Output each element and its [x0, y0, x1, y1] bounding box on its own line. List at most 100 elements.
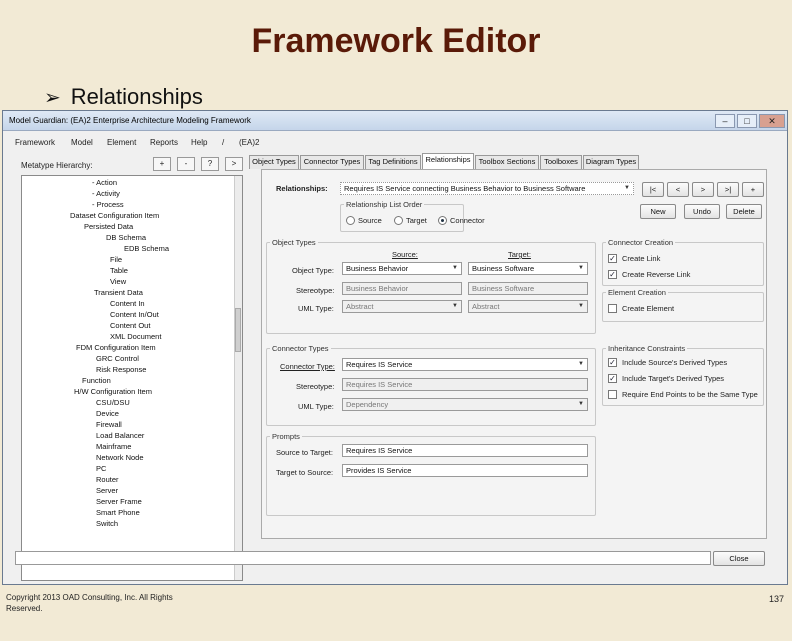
tree-node[interactable]: Transient Data — [94, 288, 143, 297]
menu-model[interactable]: Model — [71, 138, 93, 147]
last-button[interactable]: >| — [717, 182, 739, 197]
tree-node[interactable]: Firewall — [96, 420, 122, 429]
order-source-radio[interactable] — [346, 216, 355, 225]
tree-node[interactable]: View — [110, 277, 126, 286]
maximize-button[interactable]: □ — [737, 114, 757, 128]
tab-diagram-types[interactable]: Diagram Types — [583, 155, 639, 169]
bullet-text: Relationships — [70, 84, 203, 109]
target-to-source-field[interactable]: Provides IS Service — [342, 464, 588, 477]
connector-uml-type-select: Dependency ▼ — [342, 398, 588, 411]
minimize-button[interactable]: – — [715, 114, 735, 128]
tree-node[interactable]: Router — [96, 475, 119, 484]
require-end-points-label: Require End Points to be the Same Type — [622, 390, 758, 399]
tree-node[interactable]: Persisted Data — [84, 222, 133, 231]
connector-type-select[interactable]: Requires IS Service ▼ — [342, 358, 588, 371]
connector-stereotype-label: Stereotype: — [296, 382, 335, 391]
tree-node[interactable]: Network Node — [96, 453, 144, 462]
tree-node[interactable]: EDB Schema — [124, 244, 169, 253]
tree-node[interactable]: Content Out — [110, 321, 150, 330]
tree-node[interactable]: GRC Control — [96, 354, 139, 363]
tab-tag-definitions[interactable]: Tag Definitions — [365, 155, 421, 169]
source-to-target-field[interactable]: Requires IS Service — [342, 444, 588, 457]
include-target-checkbox[interactable]: ✓ — [608, 374, 617, 383]
tree-node[interactable]: Mainframe — [96, 442, 131, 451]
menu-help[interactable]: Help — [191, 138, 207, 147]
target-object-type-select[interactable]: Business Software ▼ — [468, 262, 588, 275]
relationships-select[interactable]: Requires IS Service connecting Business … — [340, 182, 634, 195]
tree-remove-button[interactable]: - — [177, 157, 195, 171]
tree-node[interactable]: Smart Phone — [96, 508, 140, 517]
tree-node[interactable]: File — [110, 255, 122, 264]
undo-button[interactable]: Undo — [684, 204, 720, 219]
create-link-checkbox[interactable]: ✓ — [608, 254, 617, 263]
list-order-title: Relationship List Order — [344, 200, 425, 209]
tab-object-types[interactable]: Object Types — [249, 155, 299, 169]
tree-node[interactable]: Server Frame — [96, 497, 142, 506]
delete-button[interactable]: Delete — [726, 204, 762, 219]
tree-node[interactable]: - Process — [92, 200, 124, 209]
tree-node[interactable]: PC — [96, 464, 106, 473]
include-source-label: Include Source's Derived Types — [622, 358, 728, 367]
create-element-checkbox[interactable] — [608, 304, 617, 313]
close-window-button[interactable]: ✕ — [759, 114, 785, 128]
menu-element[interactable]: Element — [107, 138, 136, 147]
order-target-radio[interactable] — [394, 216, 403, 225]
tree-node[interactable]: Load Balancer — [96, 431, 144, 440]
close-button[interactable]: Close — [713, 551, 765, 566]
tree-node[interactable]: - Action — [92, 178, 117, 187]
tree-help-button[interactable]: ? — [201, 157, 219, 171]
tab-connector-types[interactable]: Connector Types — [300, 155, 364, 169]
require-end-points-checkbox[interactable] — [608, 390, 617, 399]
tree-next-button[interactable]: > — [225, 157, 243, 171]
dropdown-arrow-icon: ▼ — [578, 303, 584, 309]
tab-toolbox-sections[interactable]: Toolbox Sections — [475, 155, 539, 169]
previous-button[interactable]: < — [667, 182, 689, 197]
tree-node[interactable]: - Activity — [92, 189, 120, 198]
stereotype-label: Stereotype: — [296, 286, 335, 295]
tree-node[interactable]: Device — [96, 409, 119, 418]
target-uml-type-select: Abstract ▼ — [468, 300, 588, 313]
relationships-select-value: Requires IS Service connecting Business … — [344, 184, 586, 193]
app-window: Model Guardian: (EA)2 Enterprise Archite… — [2, 110, 788, 585]
tree-node[interactable]: CSU/DSU — [96, 398, 130, 407]
include-source-checkbox[interactable]: ✓ — [608, 358, 617, 367]
tab-toolboxes[interactable]: Toolboxes — [540, 155, 582, 169]
tree-node[interactable]: XML Document — [110, 332, 161, 341]
tree-node[interactable]: FDM Configuration Item — [76, 343, 156, 352]
new-button[interactable]: New — [640, 204, 676, 219]
window-title: Model Guardian: (EA)2 Enterprise Archite… — [9, 116, 251, 125]
source-object-type-value: Business Behavior — [346, 264, 409, 273]
source-object-type-select[interactable]: Business Behavior ▼ — [342, 262, 462, 275]
tree-scrollbar[interactable] — [234, 176, 242, 580]
tree-node[interactable]: Dataset Configuration Item — [70, 211, 159, 220]
menu-ea2[interactable]: (EA)2 — [239, 138, 259, 147]
tree-node[interactable]: Content In — [110, 299, 145, 308]
tree-node[interactable]: Risk Response — [96, 365, 146, 374]
tree-node[interactable]: DB Schema — [106, 233, 146, 242]
tree-node[interactable]: Server — [96, 486, 118, 495]
add-relationship-button[interactable]: + — [742, 182, 764, 197]
tree-node[interactable]: Table — [110, 266, 128, 275]
tree-add-button[interactable]: + — [153, 157, 171, 171]
connector-uml-type-label: UML Type: — [298, 402, 334, 411]
tree-node[interactable]: Switch — [96, 519, 118, 528]
tree-node[interactable]: Function — [82, 376, 111, 385]
tree-node[interactable]: Content In/Out — [110, 310, 159, 319]
tree-scroll-thumb[interactable] — [235, 308, 241, 352]
tree-node[interactable]: H/W Configuration Item — [74, 387, 152, 396]
source-to-target-label: Source to Target: — [276, 448, 333, 457]
tab-relationships[interactable]: Relationships — [422, 153, 474, 169]
menu-reports[interactable]: Reports — [150, 138, 178, 147]
connector-types-title: Connector Types — [270, 344, 331, 353]
menu-framework[interactable]: Framework — [15, 138, 55, 147]
uml-type-label: UML Type: — [298, 304, 334, 313]
menu-separator: / — [222, 138, 225, 147]
bullet-relationships: ➢ Relationships — [44, 84, 203, 110]
next-button[interactable]: > — [692, 182, 714, 197]
create-reverse-link-checkbox[interactable]: ✓ — [608, 270, 617, 279]
order-connector-radio[interactable] — [438, 216, 447, 225]
include-target-label: Include Target's Derived Types — [622, 374, 725, 383]
first-button[interactable]: |< — [642, 182, 664, 197]
metatype-tree[interactable]: - Action - Activity - Process Dataset Co… — [21, 175, 243, 581]
order-source-label: Source — [358, 216, 382, 225]
